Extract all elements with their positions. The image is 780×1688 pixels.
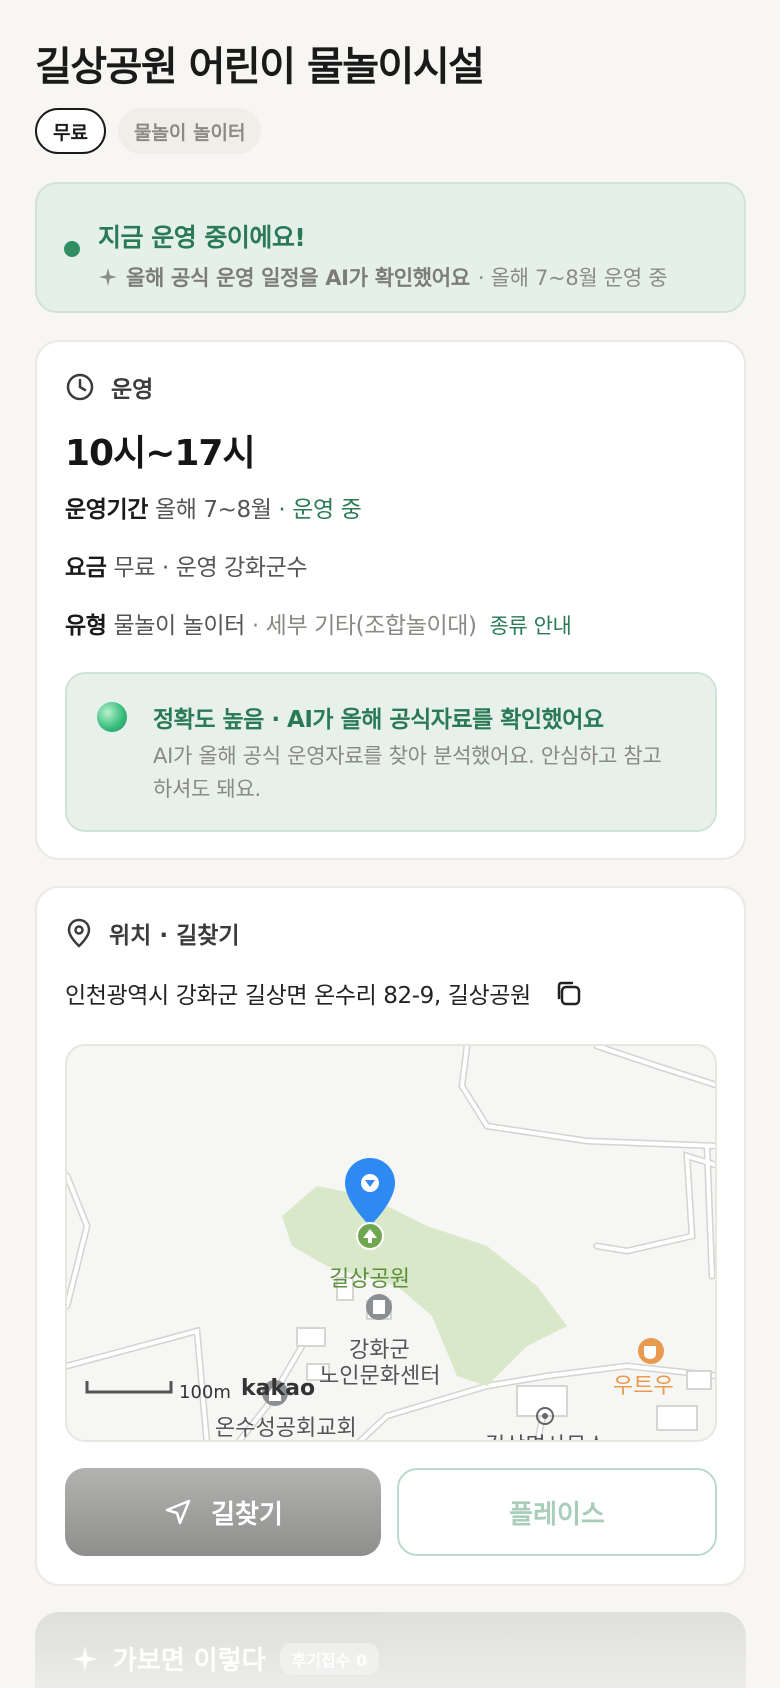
map-label-office: 길상면사무소: [485, 1428, 606, 1440]
copy-icon[interactable]: [553, 978, 583, 1008]
location-header: 위치 · 길찾기: [65, 916, 240, 950]
address-text: 인천광역시 강화군 길상면 온수리 82-9, 길상공원: [65, 983, 531, 1009]
map-label-church: 온수성공회교회: [215, 1416, 357, 1441]
page-title: 길상공원 어린이 물놀이시설: [35, 44, 485, 90]
type-value: 물놀이 놀이터: [113, 613, 245, 639]
status-dot: [64, 241, 80, 257]
fee-value: 무료 · 운영 강화군수: [113, 555, 308, 581]
ai-notice-title: 정확도 높음 · AI가 올해 공식자료를 확인했어요: [153, 707, 604, 733]
status-banner: 지금 운영 중이에요! 올해 공식 운영 일정을 AI가 확인했어요 · 올해 …: [35, 182, 746, 313]
map-label-park: 길상공원: [329, 1267, 410, 1292]
period-label: 운영기간: [65, 497, 149, 523]
location-map[interactable]: 길상공원 강화군 노인문화센터 우트우 온수성공회교회 길상면사무소 100m …: [65, 1044, 717, 1442]
operation-section-label: 운영: [111, 377, 154, 403]
period-status: · 운영 중: [278, 497, 362, 523]
place-button[interactable]: 플레이스: [397, 1468, 717, 1556]
ai-orb-icon: [97, 702, 127, 732]
map-pin-icon: [67, 918, 91, 948]
operation-header: 운영: [65, 370, 153, 404]
navigation-arrow-icon: [165, 1499, 191, 1525]
type-row: 유형 물놀이 놀이터 · 세부 기타(조합놀이대) 종류 안내: [65, 606, 572, 640]
fee-row: 요금 무료 · 운영 강화군수: [65, 548, 308, 582]
type-detail: · 세부 기타(조합놀이대): [251, 613, 477, 639]
status-sub-rest: · 올해 7~8월 운영 중: [477, 266, 668, 290]
period-row: 운영기간 올해 7~8월 · 운영 중: [65, 490, 362, 524]
location-section-label: 위치 · 길찾기: [109, 923, 240, 949]
type-guide-link[interactable]: 종류 안내: [490, 614, 572, 638]
directions-button[interactable]: 길찾기: [65, 1468, 381, 1556]
clock-icon: [66, 373, 94, 401]
ai-notice-description: AI가 올해 공식 운영자료를 찾아 분석했어요. 안심하고 참고하셔도 돼요.: [153, 744, 662, 801]
map-label-cafe: 우트우: [613, 1374, 674, 1399]
review-count-badge: 후기접수 0: [279, 1642, 380, 1675]
review-section-card: 가보면 이렇다 후기접수 0: [35, 1612, 746, 1688]
kakao-logo: kakao: [241, 1376, 316, 1401]
status-sub-strong: 올해 공식 운영 일정을 AI가 확인했어요: [126, 266, 470, 290]
fee-label: 요금: [65, 555, 107, 581]
status-sub: 올해 공식 운영 일정을 AI가 확인했어요 · 올해 7~8월 운영 중: [98, 262, 668, 292]
map-scale-label: 100m: [179, 1382, 231, 1403]
operation-card: 운영 10시~17시 운영기간 올해 7~8월 · 운영 중 요금 무료 · 운…: [35, 340, 746, 860]
review-section-title: 가보면 이렇다: [113, 1646, 266, 1676]
location-card: 위치 · 길찾기 인천광역시 강화군 길상면 온수리 82-9, 길상공원 길상…: [35, 886, 746, 1586]
address-row: 인천광역시 강화군 길상면 온수리 82-9, 길상공원: [65, 976, 583, 1010]
directions-label: 길찾기: [211, 1499, 283, 1530]
chip-free[interactable]: 무료: [35, 108, 106, 154]
chip-category[interactable]: 물놀이 놀이터: [117, 108, 262, 154]
period-value: 올해 7~8월: [154, 497, 272, 523]
detail-page: 길상공원 어린이 물놀이시설 무료 물놀이 놀이터 지금 운영 중이에요! 올해…: [0, 0, 780, 1688]
tag-chips: 무료 물놀이 놀이터: [35, 108, 262, 154]
place-label: 플레이스: [509, 1499, 605, 1530]
review-section-header: 가보면 이렇다 후기접수 0: [71, 1640, 380, 1677]
status-headline: 지금 운영 중이에요!: [98, 223, 306, 252]
map-label-center-2: 노인문화센터: [319, 1364, 441, 1389]
ai-accuracy-notice: 정확도 높음 · AI가 올해 공식자료를 확인했어요 AI가 올해 공식 운영…: [65, 672, 717, 832]
sparkle-icon: [72, 1645, 98, 1672]
operating-hours: 10시~17시: [65, 433, 256, 474]
sparkle-icon: [99, 268, 117, 286]
type-label: 유형: [65, 613, 107, 639]
